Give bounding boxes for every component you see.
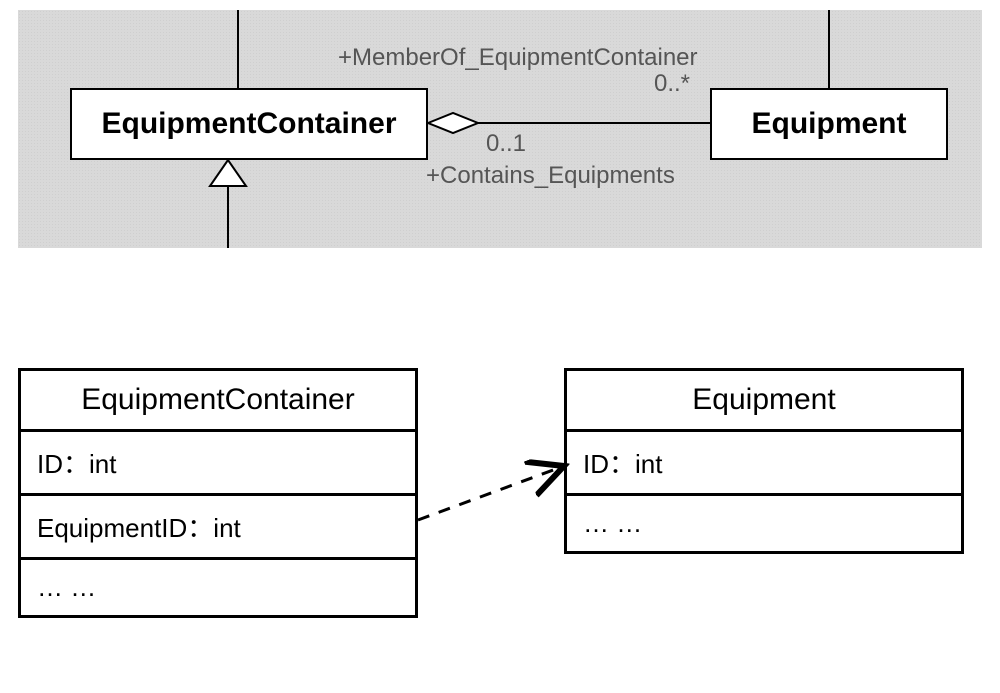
uml-panel: EquipmentContainer Equipment +MemberOf_E…: [18, 10, 982, 248]
table-equipment-container-title: EquipmentContainer: [21, 371, 415, 432]
table-equipment-title: Equipment: [567, 371, 961, 432]
assoc-mult-bottom: 0..1: [486, 130, 526, 158]
class-equipment-name: Equipment: [752, 107, 907, 141]
table-row: ID：int: [567, 432, 961, 496]
table-row: EquipmentID：int: [21, 496, 415, 560]
assoc-label-contains: +Contains_Equipments: [426, 162, 675, 190]
class-equipment-container-name: EquipmentContainer: [101, 107, 396, 141]
assoc-label-memberof: +MemberOf_EquipmentContainer: [338, 44, 698, 72]
table-equipment-container: EquipmentContainer ID：int EquipmentID：in…: [18, 368, 418, 618]
table-row: … …: [21, 560, 415, 615]
table-row: ID：int: [21, 432, 415, 496]
table-equipment: Equipment ID：int … …: [564, 368, 964, 554]
table-row: … …: [567, 496, 961, 551]
diagram-canvas: EquipmentContainer Equipment +MemberOf_E…: [0, 0, 1000, 693]
assoc-mult-top: 0..*: [654, 70, 690, 98]
class-equipment: Equipment: [710, 88, 948, 160]
class-equipment-container: EquipmentContainer: [70, 88, 428, 160]
